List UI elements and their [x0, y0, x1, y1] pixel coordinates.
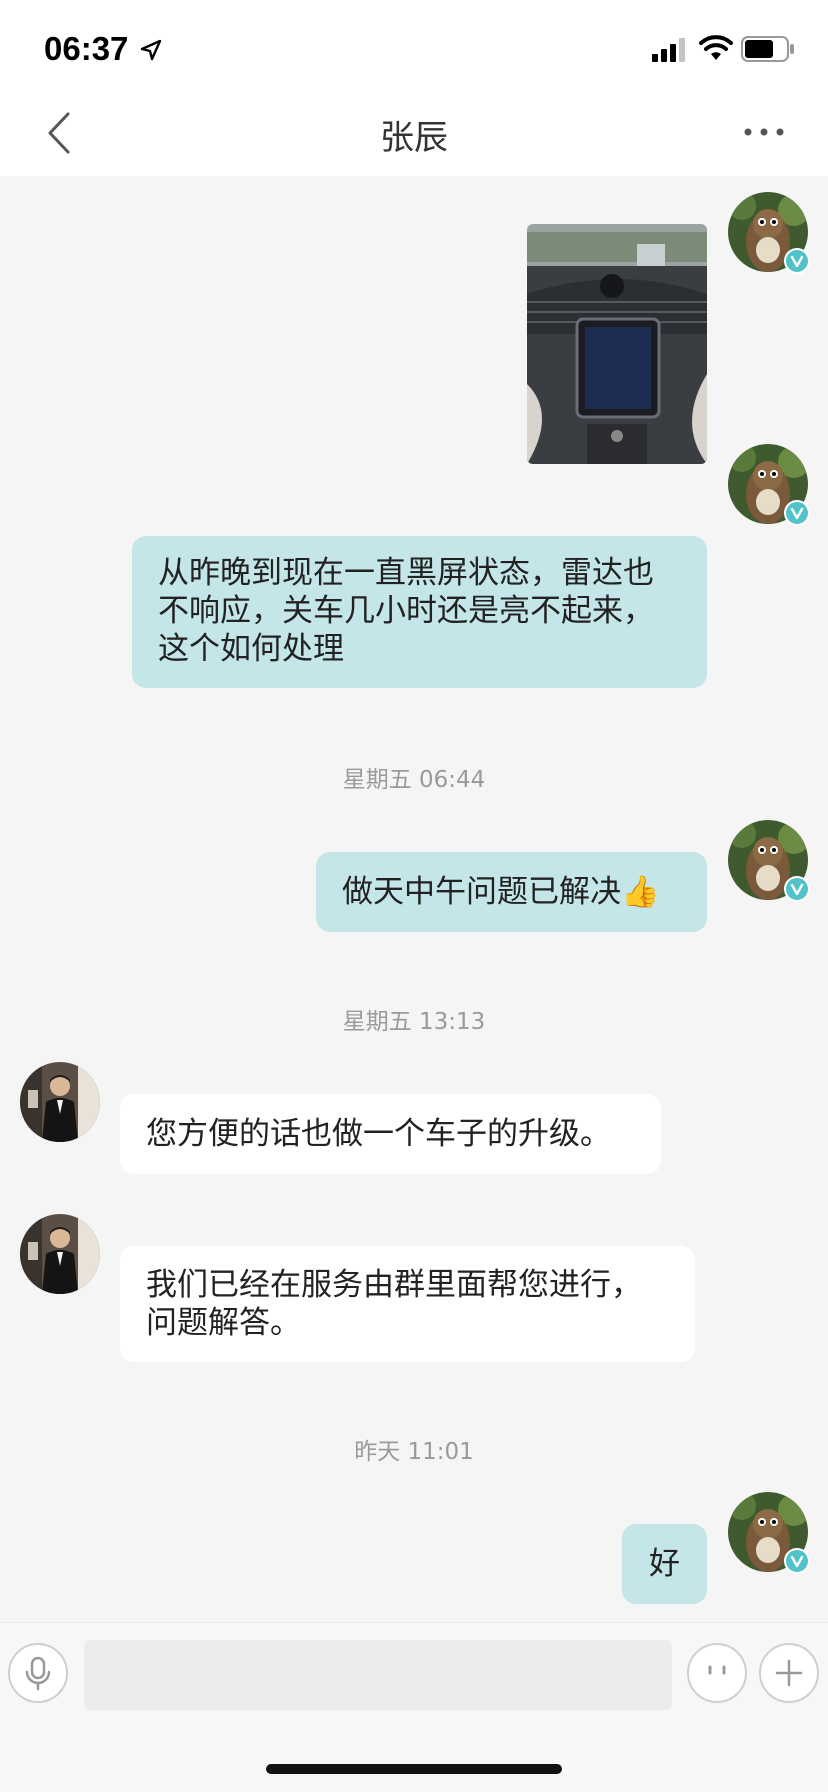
my-avatar[interactable] — [728, 1492, 810, 1574]
verified-badge-icon — [784, 876, 810, 902]
message-timestamp: 昨天 11:01 — [354, 1439, 474, 1465]
message-bubble-mine[interactable]: 做天中午问题已解决👍 — [316, 852, 707, 932]
message-timestamp: 星期五 06:44 — [342, 767, 486, 793]
nav-bar: 张辰 — [0, 90, 828, 176]
verified-badge-icon — [784, 1548, 810, 1574]
cellular-signal-icon — [652, 38, 685, 62]
my-avatar[interactable] — [728, 192, 810, 274]
more-dots-icon[interactable] — [742, 120, 786, 144]
verified-badge-icon — [784, 500, 810, 526]
wifi-icon — [699, 35, 733, 60]
emoji-button[interactable] — [687, 1643, 747, 1703]
chat-message-list[interactable]: 从昨晚到现在一直黑屏状态，雷达也不响应，关车几小时还是亮不起来，这个如何处理 星… — [0, 176, 828, 1622]
verified-badge-icon — [784, 248, 810, 274]
battery-icon — [741, 36, 794, 62]
message-bubble-theirs[interactable]: 我们已经在服务由群里面帮您进行，问题解答。 — [120, 1246, 695, 1362]
message-bubble-mine[interactable]: 从昨晚到现在一直黑屏状态，雷达也不响应，关车几小时还是亮不起来，这个如何处理 — [132, 536, 707, 688]
emoji-face-icon — [708, 1665, 726, 1675]
message-bubble-mine[interactable]: 好 — [622, 1524, 707, 1604]
message-text-input[interactable] — [84, 1640, 672, 1710]
sent-photo[interactable] — [527, 224, 707, 464]
add-attachment-button[interactable] — [759, 1643, 819, 1703]
my-avatar[interactable] — [728, 820, 810, 902]
status-bar: 06:37 — [0, 0, 828, 90]
my-avatar[interactable] — [728, 444, 810, 526]
voice-input-button[interactable] — [8, 1643, 68, 1703]
home-indicator[interactable] — [266, 1764, 562, 1774]
plus-icon — [775, 1659, 803, 1687]
message-bubble-theirs[interactable]: 您方便的话也做一个车子的升级。 — [120, 1094, 661, 1174]
message-timestamp: 星期五 13:13 — [342, 1009, 486, 1035]
microphone-icon — [25, 1656, 51, 1691]
contact-avatar[interactable] — [20, 1214, 100, 1294]
status-time: 06:37 — [44, 30, 129, 67]
contact-avatar[interactable] — [20, 1062, 100, 1142]
chat-title: 张辰 — [380, 118, 448, 158]
location-arrow-icon — [140, 39, 162, 61]
